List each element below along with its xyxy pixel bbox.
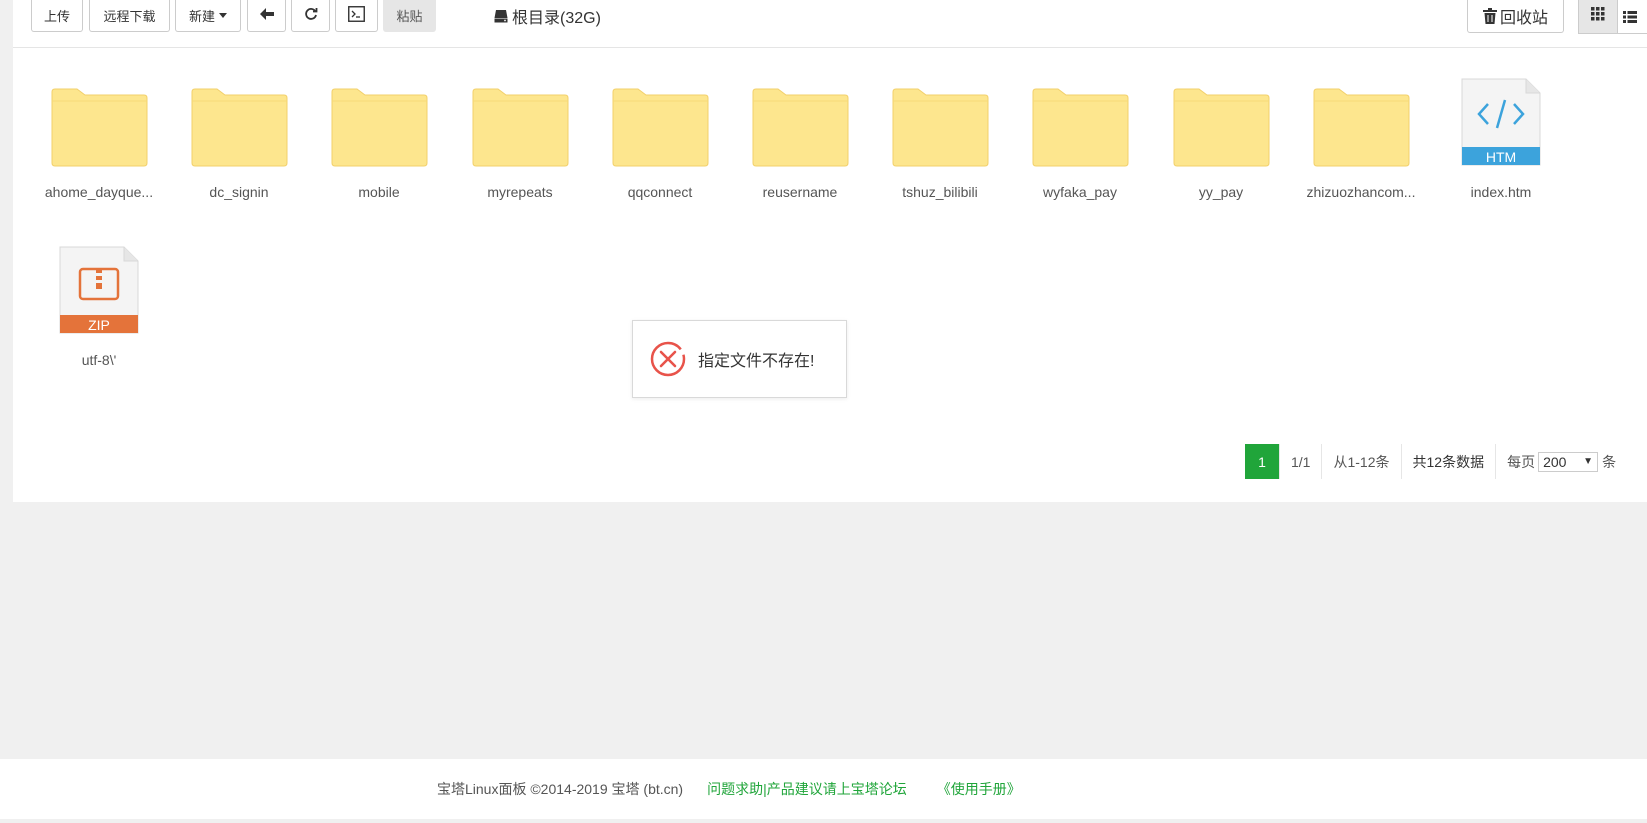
copyright-text: 宝塔Linux面板 ©2014-2019 宝塔 (bt.cn) (437, 781, 684, 797)
dropdown-arrow-icon: ▼ (1583, 456, 1594, 467)
list-view-button[interactable] (1617, 0, 1647, 34)
pagination: 1 1/1 从1-12条 共12条数据 每页 200 ▼ 条 (1245, 444, 1627, 479)
htm-badge-label: HTM (1485, 149, 1517, 165)
folder-icon (595, 85, 725, 167)
breadcrumb[interactable]: 根目录(32G) (494, 0, 601, 32)
file-name: mobile (358, 184, 400, 200)
file-name: qqconnect (627, 184, 693, 200)
folder-item[interactable]: ahome_dayque... (34, 60, 164, 200)
file-name: myrepeats (487, 184, 553, 200)
manual-link[interactable]: 《使用手册》 (937, 779, 1021, 799)
page-count: 1/1 (1279, 444, 1321, 479)
folder-icon (875, 85, 1005, 167)
file-name: zhizuozhancom... (1306, 184, 1416, 200)
file-name: ahome_dayque... (44, 184, 154, 200)
folder-icon (1015, 85, 1145, 167)
file-name: reusername (762, 184, 838, 200)
html-file-icon: HTM (1436, 78, 1566, 167)
page-range: 从1-12条 (1321, 444, 1400, 479)
folder-item[interactable]: tshuz_bilibili (875, 60, 1005, 200)
toolbar: 上传 远程下载 新建 粘贴 根目录(32G) 回收站 (13, 0, 1647, 48)
arrow-left-icon (259, 8, 274, 23)
terminal-button[interactable] (335, 0, 378, 32)
folder-icon (34, 85, 164, 167)
recycle-bin-button[interactable]: 回收站 (1467, 0, 1564, 33)
caret-down-icon (219, 13, 227, 18)
folder-item[interactable]: zhizuozhancom... (1296, 60, 1426, 200)
path-label: 根目录(32G) (512, 10, 601, 27)
paste-button[interactable]: 粘贴 (383, 0, 436, 32)
hard-drive-icon (494, 9, 508, 23)
folder-icon (314, 85, 444, 167)
error-circle-icon (650, 341, 686, 377)
file-name: index.htm (1470, 184, 1532, 200)
grid-view-button[interactable] (1578, 0, 1618, 34)
footer: 宝塔Linux面板 ©2014-2019 宝塔 (bt.cn) 问题求助|产品建… (0, 759, 1647, 819)
trash-icon (1482, 8, 1497, 24)
folder-item[interactable]: yy_pay (1156, 60, 1286, 200)
folder-item[interactable]: dc_signin (174, 60, 304, 200)
folder-item[interactable]: qqconnect (595, 60, 725, 200)
file-name: tshuz_bilibili (902, 184, 978, 200)
error-toast: 指定文件不存在! (632, 320, 847, 398)
folder-icon (1156, 85, 1286, 167)
folder-item[interactable]: wyfaka_pay (1015, 60, 1145, 200)
remote-download-button[interactable]: 远程下载 (89, 0, 170, 32)
refresh-icon (304, 7, 318, 24)
zip-file-icon: ZIP (34, 246, 164, 335)
file-manager-panel: 上传 远程下载 新建 粘贴 根目录(32G) 回收站 ahome_dayque.… (13, 0, 1647, 502)
toast-message: 指定文件不存在! (698, 353, 815, 370)
folder-item[interactable]: mobile (314, 60, 444, 200)
list-view-icon (1623, 10, 1637, 24)
refresh-button[interactable] (291, 0, 330, 32)
folder-item[interactable]: myrepeats (455, 60, 585, 200)
per-page-select[interactable]: 200 ▼ (1538, 451, 1599, 472)
file-name: wyfaka_pay (1043, 184, 1117, 200)
terminal-icon (348, 6, 365, 25)
file-name: dc_signin (209, 184, 269, 200)
help-forum-link[interactable]: 问题求助|产品建议请上宝塔论坛 (707, 779, 907, 799)
htm-file-item[interactable]: HTM index.htm (1436, 60, 1566, 200)
folder-item[interactable]: reusername (735, 60, 865, 200)
folder-icon (174, 85, 304, 167)
grid-view-icon (1591, 7, 1605, 26)
file-name: utf-8\' (81, 352, 117, 368)
zip-badge-label: ZIP (88, 317, 110, 333)
per-page-control: 每页 200 ▼ 条 (1495, 444, 1627, 479)
back-button[interactable] (247, 0, 286, 32)
folder-icon (735, 85, 865, 167)
page-current[interactable]: 1 (1245, 444, 1279, 479)
new-dropdown-button[interactable]: 新建 (175, 0, 241, 32)
folder-icon (1296, 85, 1426, 167)
upload-button[interactable]: 上传 (31, 0, 83, 32)
file-name: yy_pay (1198, 184, 1244, 200)
zip-file-item[interactable]: ZIP utf-8\' (34, 228, 164, 368)
folder-icon (455, 85, 585, 167)
page-total: 共12条数据 (1400, 444, 1496, 479)
